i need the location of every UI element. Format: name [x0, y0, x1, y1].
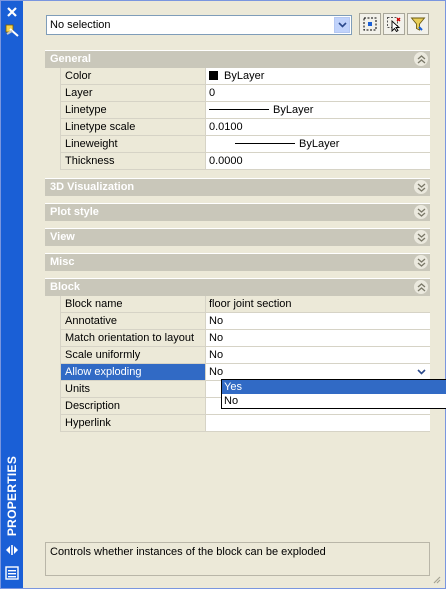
property-label: Color: [61, 68, 206, 84]
property-label: Scale uniformly: [61, 347, 206, 363]
property-label: Match orientation to layout: [61, 330, 206, 346]
property-label: Layer: [61, 85, 206, 101]
property-value-scale-uniformly[interactable]: No: [206, 347, 430, 363]
autohide-icon[interactable]: [3, 21, 21, 39]
section-3d-visualization-title: 3D Visualization: [50, 181, 135, 193]
property-value-match-orientation[interactable]: No: [206, 330, 430, 346]
chevron-down-icon[interactable]: [414, 205, 428, 219]
color-swatch-icon: [209, 71, 218, 80]
color-value-text: ByLayer: [224, 70, 265, 82]
property-row-hyperlink[interactable]: Hyperlink: [61, 415, 430, 432]
section-block-title: Block: [50, 281, 80, 293]
block-properties: Block name floor joint section Annotativ…: [60, 296, 430, 432]
object-type-value: No selection: [50, 19, 111, 31]
property-row-linetype[interactable]: Linetype ByLayer: [61, 102, 430, 119]
property-label: Units: [61, 381, 206, 397]
section-view[interactable]: View: [45, 228, 430, 246]
section-block[interactable]: Block: [45, 278, 430, 296]
property-value-thickness[interactable]: 0.0000: [206, 153, 430, 169]
property-value-annotative[interactable]: No: [206, 313, 430, 329]
property-row-block-name[interactable]: Block name floor joint section: [61, 296, 430, 313]
chevron-down-icon[interactable]: [334, 17, 350, 33]
chevron-up-icon[interactable]: [414, 52, 428, 66]
property-grid: General Color ByLayer Layer 0 Linetype B…: [45, 50, 446, 440]
description-panel: Controls whether instances of the block …: [45, 542, 430, 576]
properties-palette: PROPERTIES No selection General Color By…: [0, 0, 446, 589]
palette-title: PROPERTIES: [2, 456, 22, 536]
property-label: Description: [61, 398, 206, 414]
section-misc[interactable]: Misc: [45, 253, 430, 271]
property-value-hyperlink[interactable]: [206, 415, 430, 431]
general-properties: Color ByLayer Layer 0 Linetype ByLayer L…: [60, 68, 430, 170]
property-row-match-orientation[interactable]: Match orientation to layout No: [61, 330, 430, 347]
option-no[interactable]: No: [222, 394, 446, 408]
palette-title-text: PROPERTIES: [5, 455, 19, 537]
pickadd-icon: [363, 17, 377, 31]
chevron-up-icon[interactable]: [414, 280, 428, 294]
quick-select-button[interactable]: [407, 13, 429, 35]
section-view-title: View: [50, 231, 75, 243]
property-row-thickness[interactable]: Thickness 0.0000: [61, 153, 430, 170]
chevron-down-icon[interactable]: [414, 230, 428, 244]
property-row-linetype-scale[interactable]: Linetype scale 0.0100: [61, 119, 430, 136]
expand-arrows-icon[interactable]: [3, 541, 21, 559]
chevron-down-icon[interactable]: [414, 180, 428, 194]
property-label: Lineweight: [61, 136, 206, 152]
section-general[interactable]: General: [45, 50, 430, 68]
linetype-sample-icon: [209, 109, 269, 110]
property-value-lineweight[interactable]: ByLayer: [206, 136, 430, 152]
section-general-title: General: [50, 53, 91, 65]
property-value-color[interactable]: ByLayer: [206, 68, 430, 84]
section-plot-style-title: Plot style: [50, 206, 99, 218]
properties-menu-icon[interactable]: [3, 564, 21, 582]
lineweight-value-text: ByLayer: [299, 138, 340, 150]
property-label: Annotative: [61, 313, 206, 329]
section-3d-visualization[interactable]: 3D Visualization: [45, 178, 430, 196]
palette-content: No selection General Color ByLayer Layer…: [29, 1, 446, 586]
property-label: Linetype scale: [61, 119, 206, 135]
section-misc-title: Misc: [50, 256, 75, 268]
object-type-dropdown[interactable]: No selection: [46, 15, 352, 35]
property-row-lineweight[interactable]: Lineweight ByLayer: [61, 136, 430, 153]
toggle-pickadd-button[interactable]: [359, 13, 381, 35]
lineweight-sample-icon: [235, 143, 295, 144]
property-value-linetype-scale[interactable]: 0.0100: [206, 119, 430, 135]
allow-exploding-value: No: [209, 366, 224, 378]
property-value-layer[interactable]: 0: [206, 85, 430, 101]
section-plot-style[interactable]: Plot style: [45, 203, 430, 221]
property-row-layer[interactable]: Layer 0: [61, 85, 430, 102]
allow-exploding-options: Yes No: [221, 379, 446, 409]
resize-grip-icon[interactable]: [431, 574, 441, 584]
property-value-linetype[interactable]: ByLayer: [206, 102, 430, 118]
chevron-down-icon[interactable]: [414, 364, 429, 379]
select-objects-icon: [387, 17, 401, 32]
property-row-scale-uniformly[interactable]: Scale uniformly No: [61, 347, 430, 364]
property-label: Allow exploding: [61, 364, 206, 380]
palette-title-bar[interactable]: PROPERTIES: [1, 1, 23, 588]
linetype-value-text: ByLayer: [273, 104, 314, 116]
property-label: Thickness: [61, 153, 206, 169]
property-row-annotative[interactable]: Annotative No: [61, 313, 430, 330]
property-label: Linetype: [61, 102, 206, 118]
chevron-down-icon[interactable]: [414, 255, 428, 269]
property-value-block-name: floor joint section: [206, 296, 430, 312]
option-yes[interactable]: Yes: [222, 380, 446, 394]
select-objects-button[interactable]: [383, 13, 405, 35]
funnel-icon: [410, 17, 426, 31]
close-icon[interactable]: [3, 3, 21, 21]
property-label: Block name: [61, 296, 206, 312]
allow-exploding-dropdown[interactable]: No: [206, 364, 430, 380]
property-label: Hyperlink: [61, 415, 206, 431]
description-text: Controls whether instances of the block …: [50, 546, 326, 558]
property-row-color[interactable]: Color ByLayer: [61, 68, 430, 85]
